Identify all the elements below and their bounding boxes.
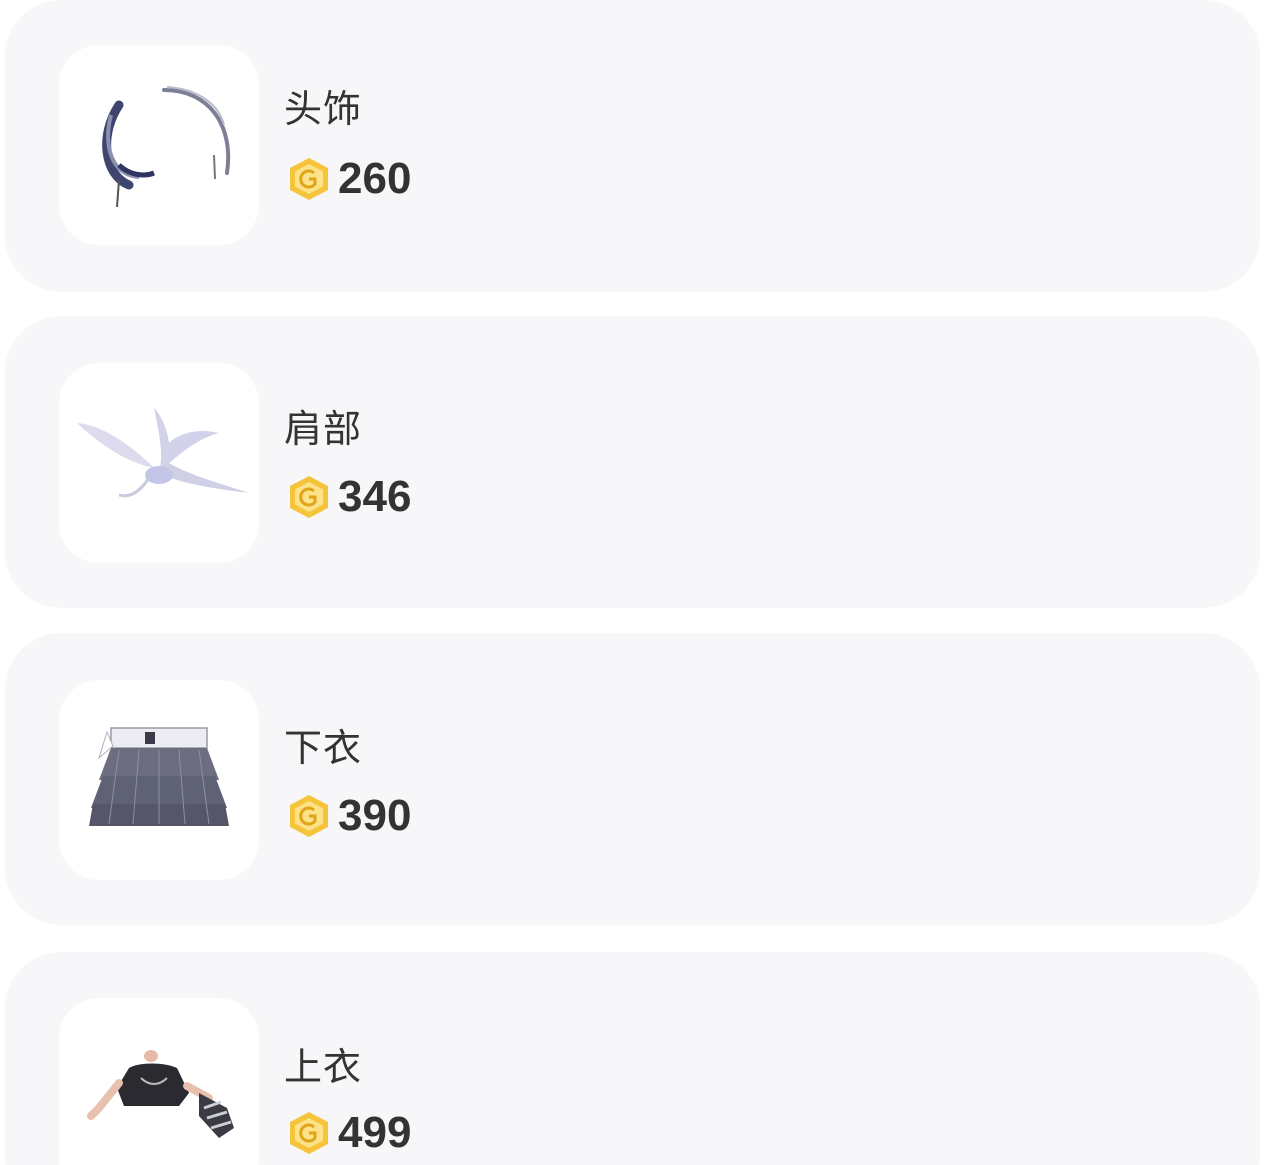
item-price-value: 499 [338,1108,412,1157]
item-name: 头饰 [284,87,363,131]
item-thumbnail [59,45,259,245]
item-name: 下衣 [284,726,363,770]
list-item[interactable]: 肩部 346 [5,316,1260,608]
item-price: 499 [286,1110,411,1156]
coin-icon [290,1112,328,1154]
item-price-value: 346 [338,472,412,521]
top-image [87,1050,234,1138]
item-name: 上衣 [284,1045,363,1089]
headpiece-image [102,86,231,208]
coin-icon [290,158,328,200]
coin-icon [290,476,328,518]
item-thumbnail [59,998,259,1165]
item-price-value: 260 [338,154,412,203]
list-item[interactable]: 头饰 260 [5,0,1260,292]
item-thumbnail [59,363,259,563]
shoulder-bird-image [77,408,249,498]
list-item[interactable]: 下衣 390 [5,633,1260,925]
item-list: 头饰 260 肩部 346 下衣 390 上衣 499 [0,0,1282,1165]
skirt-image [89,727,229,826]
item-price: 346 [286,474,411,520]
item-price: 260 [286,156,411,202]
item-price-value: 390 [338,791,412,840]
item-price: 390 [286,793,411,839]
coin-icon [290,795,328,837]
item-name: 肩部 [284,407,363,451]
list-item[interactable]: 上衣 499 [5,952,1260,1165]
item-thumbnail [59,680,259,880]
